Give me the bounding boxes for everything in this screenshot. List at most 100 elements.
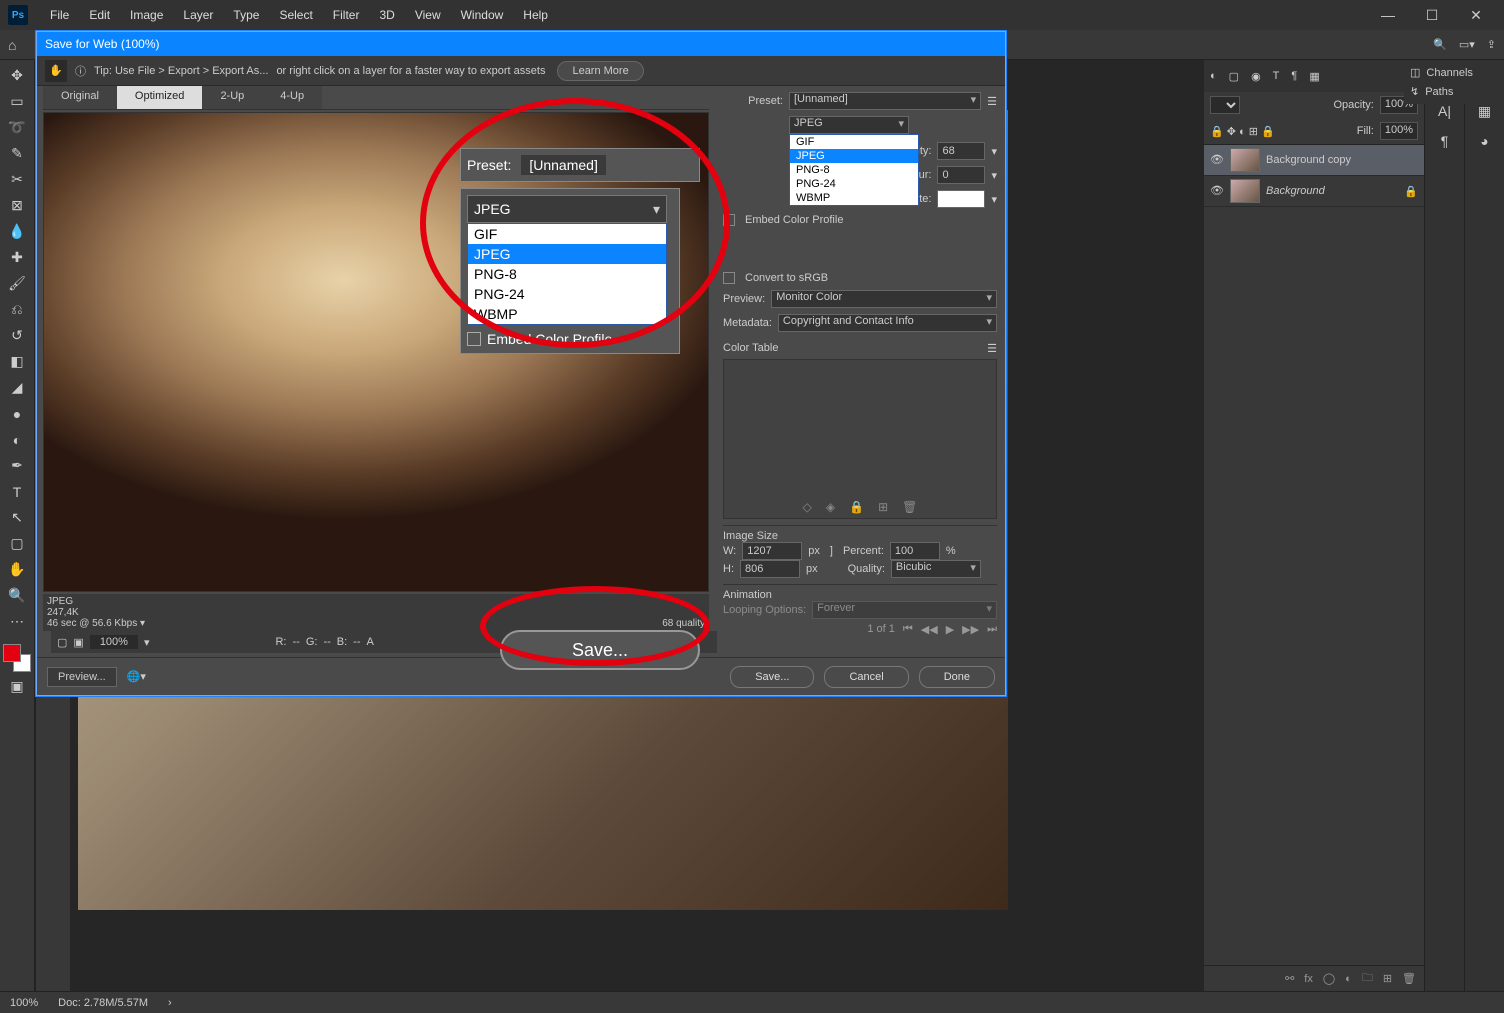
width-input[interactable] [742, 542, 802, 560]
adjustment-icon[interactable]: ◐ [1210, 70, 1217, 82]
mask-add-icon[interactable]: ◯ [1323, 972, 1335, 985]
metadata-select[interactable]: Copyright and Contact Info [778, 314, 997, 332]
first-frame-icon[interactable]: ⏮ [903, 623, 913, 636]
effects-icon[interactable]: ◉ [1251, 70, 1261, 83]
hand-tool[interactable]: ✋ [5, 558, 29, 581]
play-icon[interactable]: ▶ [946, 623, 954, 636]
stamp-tool[interactable]: ⎌ [5, 298, 29, 321]
type-icon[interactable]: T [1273, 70, 1280, 82]
eraser-tool[interactable]: ◧ [5, 350, 29, 373]
mask-icon[interactable]: ▢ [1229, 70, 1239, 83]
foreground-color-swatch[interactable] [3, 644, 21, 662]
frame-tool[interactable]: ⊠ [5, 194, 29, 217]
type-tool[interactable]: T [5, 480, 29, 503]
brush-icon[interactable]: ◕ [1474, 130, 1496, 152]
pen-tool[interactable]: ✒ [5, 454, 29, 477]
fx-icon[interactable]: fx [1304, 973, 1313, 985]
preview-canvas[interactable] [43, 112, 709, 592]
resample-select[interactable]: Bicubic [891, 560, 981, 578]
menu-file[interactable]: File [40, 8, 79, 22]
home-icon[interactable]: ⌂ [8, 37, 16, 53]
lasso-tool[interactable]: ➰ [5, 116, 29, 139]
eyedropper-tool[interactable]: 💧 [5, 220, 29, 243]
format-option-wbmp[interactable]: WBMP [790, 191, 918, 205]
minimize-button[interactable]: — [1368, 3, 1408, 27]
percent-input[interactable] [890, 542, 940, 560]
convert-srgb-checkbox[interactable] [723, 272, 735, 284]
preview-select[interactable]: Monitor Color [771, 290, 997, 308]
channels-tab[interactable]: Channels [1426, 67, 1472, 79]
move-tool[interactable]: ✥ [5, 64, 29, 87]
format-select[interactable]: JPEG [789, 116, 909, 134]
visibility-icon[interactable]: 👁 [1210, 184, 1224, 198]
last-frame-icon[interactable]: ⏭ [987, 623, 997, 636]
save-button[interactable]: Save... [730, 666, 814, 688]
dodge-tool[interactable]: ◐ [5, 428, 29, 451]
layer-row[interactable]: 👁 Background 🔒 [1204, 176, 1424, 207]
gradient-tool[interactable]: ◢ [5, 376, 29, 399]
visibility-icon[interactable]: 👁 [1210, 153, 1224, 167]
color-table-menu-icon[interactable]: ☰ [987, 342, 997, 355]
format-dropdown[interactable]: GIF JPEG PNG-8 PNG-24 WBMP [789, 134, 919, 206]
menu-type[interactable]: Type [223, 8, 269, 22]
learn-more-button[interactable]: Learn More [557, 61, 643, 81]
status-chevron[interactable]: › [168, 997, 172, 1009]
next-frame-icon[interactable]: ▶▶ [962, 623, 979, 636]
format-option-png8[interactable]: PNG-8 [790, 163, 918, 177]
tab-original[interactable]: Original [43, 86, 117, 109]
menu-layer[interactable]: Layer [173, 8, 223, 22]
heal-tool[interactable]: ✚ [5, 246, 29, 269]
menu-filter[interactable]: Filter [323, 8, 370, 22]
new-layer-icon[interactable]: ⊞ [1383, 972, 1392, 985]
paragraph-icon[interactable]: ¶ [1291, 70, 1297, 82]
menu-window[interactable]: Window [451, 8, 514, 22]
preset-menu-icon[interactable]: ☰ [987, 95, 997, 108]
menu-select[interactable]: Select [269, 8, 322, 22]
preview-button[interactable]: Preview... [47, 667, 117, 687]
menu-view[interactable]: View [405, 8, 451, 22]
embed-profile-checkbox[interactable] [723, 214, 735, 226]
hand-icon[interactable]: ✋ [45, 60, 67, 82]
slice-select-icon[interactable]: ▣ [73, 636, 83, 649]
color-swatches[interactable] [3, 644, 31, 672]
ct-icon-1[interactable]: ◇ [803, 500, 812, 514]
menu-help[interactable]: Help [513, 8, 558, 22]
maximize-button[interactable]: ☐ [1412, 3, 1452, 27]
link-icon[interactable]: ] [830, 545, 833, 557]
layer-row[interactable]: 👁 Background copy [1204, 145, 1424, 176]
menu-edit[interactable]: Edit [79, 8, 120, 22]
quick-select-tool[interactable]: ✎ [5, 142, 29, 165]
ct-icon-5[interactable]: 🗑 [902, 500, 917, 514]
tab-4up[interactable]: 4-Up [262, 86, 322, 109]
quickmask-toggle[interactable]: ▣ [5, 675, 29, 698]
workspace-icon[interactable]: ▭▾ [1459, 38, 1475, 51]
fill-value[interactable]: 100% [1380, 122, 1418, 140]
more-icon[interactable]: ▦ [1309, 70, 1319, 83]
paths-tab[interactable]: Paths [1425, 86, 1453, 98]
format-option-png24[interactable]: PNG-24 [790, 177, 918, 191]
crop-tool[interactable]: ✂ [5, 168, 29, 191]
channels-icon[interactable]: ◫ [1410, 66, 1420, 79]
layer-blend-mode[interactable] [1210, 96, 1240, 114]
format-option-jpeg[interactable]: JPEG [790, 149, 918, 163]
search-icon[interactable]: 🔍 [1433, 38, 1447, 51]
trash-icon[interactable]: 🗑 [1402, 972, 1416, 985]
slice-toggle-icon[interactable]: ▢ [57, 636, 67, 649]
cancel-button[interactable]: Cancel [824, 666, 908, 688]
format-option-gif[interactable]: GIF [790, 135, 918, 149]
ct-icon-4[interactable]: ⊞ [878, 500, 888, 514]
zoom-value[interactable]: 100% [90, 635, 138, 649]
browser-icon[interactable]: 🌐▾ [127, 670, 146, 683]
menu-3d[interactable]: 3D [369, 8, 404, 22]
height-input[interactable] [740, 560, 800, 578]
matte-swatch[interactable] [937, 190, 985, 208]
brush-tool[interactable]: 🖌 [5, 272, 29, 295]
marquee-tool[interactable]: ▭ [5, 90, 29, 113]
lock-icons[interactable]: 🔒 ✥ ◐ ⊞ 🔒 [1210, 125, 1275, 138]
close-button[interactable]: ✕ [1456, 3, 1496, 27]
link-layers-icon[interactable]: ⚯ [1285, 972, 1294, 985]
more-tools[interactable]: ⋯ [5, 610, 29, 633]
adjustment-add-icon[interactable]: ◐ [1345, 973, 1352, 985]
paragraph-icon[interactable]: ¶ [1434, 130, 1456, 152]
blur-input[interactable] [937, 166, 985, 184]
